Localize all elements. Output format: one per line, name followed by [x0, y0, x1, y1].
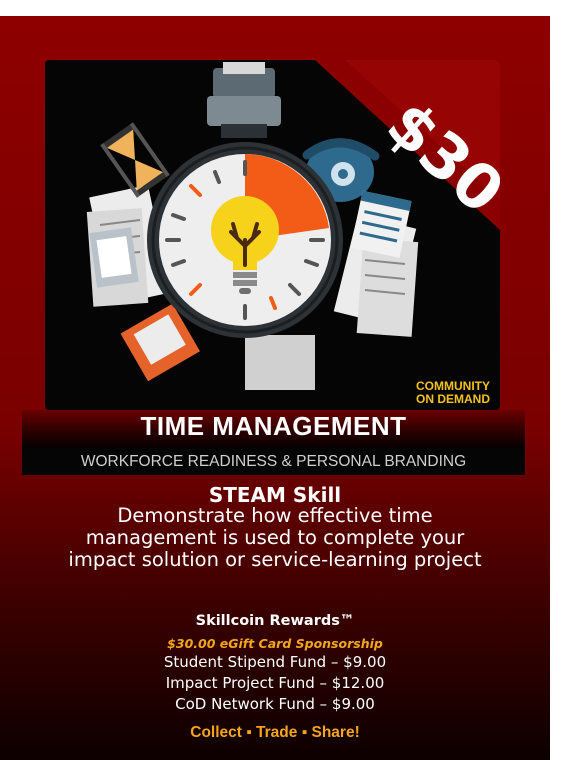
fund-line-cod-network: CoD Network Fund – $9.00 — [175, 695, 375, 713]
hero-illustration: $30 COMMUNITY ON DEMAND — [45, 60, 500, 410]
card-title: TIME MANAGEMENT — [140, 411, 407, 441]
call-to-action: Collect ▪ Trade ▪ Share! — [190, 724, 360, 741]
svg-text:ON DEMAND: ON DEMAND — [416, 392, 490, 406]
hourglass-icon — [100, 122, 170, 198]
clipboard-icon — [89, 227, 139, 288]
printer-icon — [207, 62, 281, 138]
svg-text:COMMUNITY: COMMUNITY — [416, 379, 490, 393]
fund-line-student-stipend: Student Stipend Fund – $9.00 — [163, 653, 387, 671]
skill-description: Demonstrate how effective time managemen… — [68, 504, 482, 571]
rewards-heading: Skillcoin Rewards™ — [195, 613, 355, 629]
skill-card: $30 COMMUNITY ON DEMAND TIME MANAGEMENT … — [0, 16, 550, 760]
card-subtitle: WORKFORCE READINESS & PERSONAL BRANDING — [80, 453, 467, 470]
fund-line-impact-project: Impact Project Fund – $12.00 — [165, 674, 385, 692]
time-management-illustration: $30 COMMUNITY ON DEMAND — [86, 60, 500, 406]
sponsorship-line: $30.00 eGift Card Sponsorship — [167, 636, 383, 651]
community-on-demand-logo: COMMUNITY ON DEMAND — [416, 379, 490, 406]
